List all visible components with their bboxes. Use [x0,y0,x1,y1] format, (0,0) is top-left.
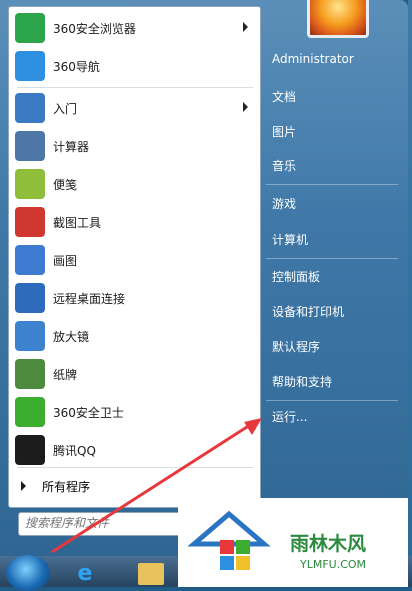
house-logo-icon [187,510,271,570]
explorer-taskbar-icon[interactable] [138,563,164,585]
watermark-text: 雨林木风 [290,533,367,555]
watermark-subtext: YLMFU.COM [300,558,367,571]
start-button[interactable] [6,555,50,591]
ie-taskbar-icon[interactable]: e [70,561,100,587]
